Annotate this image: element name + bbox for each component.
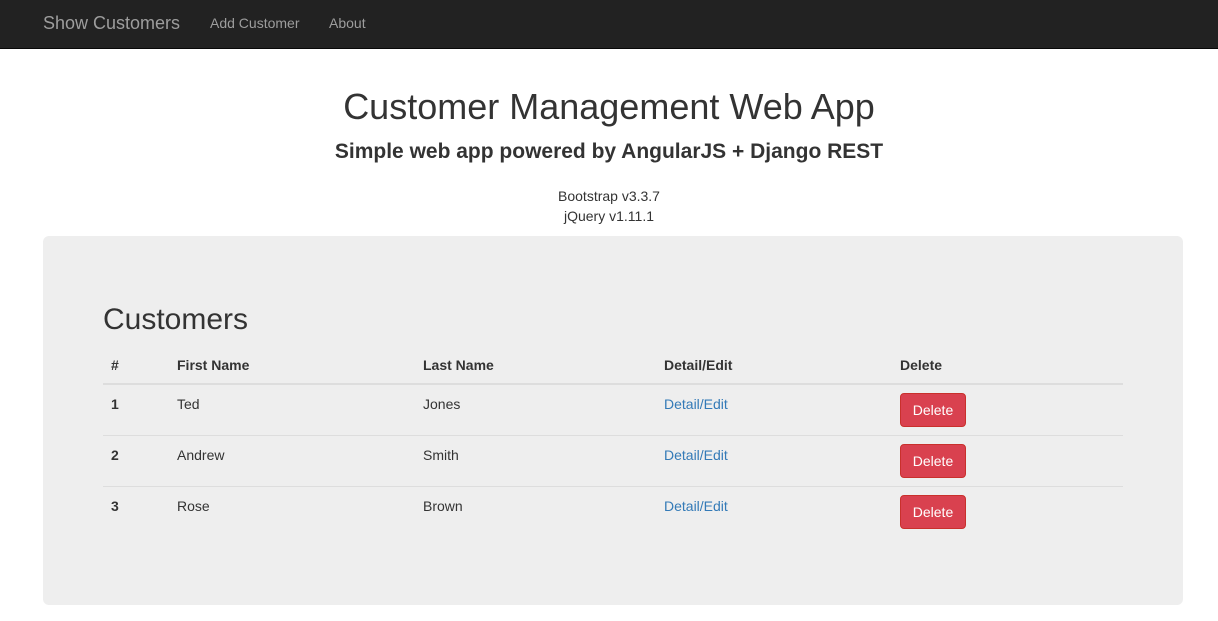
table-row: 2 Andrew Smith Detail/Edit Delete xyxy=(103,436,1123,487)
detail-edit-link[interactable]: Detail/Edit xyxy=(664,498,728,514)
row-number: 3 xyxy=(111,498,119,514)
first-name-cell: Ted xyxy=(177,396,200,412)
column-header-first-name: First Name xyxy=(177,357,250,373)
row-number: 1 xyxy=(111,396,119,412)
detail-edit-cell: Detail/Edit xyxy=(664,498,728,514)
bootstrap-version: Bootstrap v3.3.7 xyxy=(558,188,660,204)
delete-button[interactable]: Delete xyxy=(900,444,966,478)
last-name-cell: Jones xyxy=(423,396,461,412)
delete-button[interactable]: Delete xyxy=(900,393,966,427)
detail-edit-cell: Detail/Edit xyxy=(664,447,728,463)
last-name-cell: Smith xyxy=(423,447,459,463)
table-header: # First Name Last Name Detail/Edit Delet… xyxy=(103,348,1123,385)
first-name-cell: Rose xyxy=(177,498,210,514)
nav-brand-show-customers[interactable]: Show Customers xyxy=(43,13,180,33)
column-header-number: # xyxy=(111,357,119,373)
row-number: 2 xyxy=(111,447,119,463)
customers-heading: Customers xyxy=(103,303,249,336)
nav-link-about[interactable]: About xyxy=(329,15,366,31)
customers-panel: Customers # First Name Last Name Detail/… xyxy=(43,236,1183,605)
navbar: Show Customers Add Customer About xyxy=(0,0,1218,49)
delete-button[interactable]: Delete xyxy=(900,495,966,529)
column-header-delete: Delete xyxy=(900,357,943,373)
column-header-detail-edit: Detail/Edit xyxy=(664,357,733,373)
customers-table: # First Name Last Name Detail/Edit Delet… xyxy=(103,348,1123,538)
column-header-last-name: Last Name xyxy=(423,357,494,373)
first-name-cell: Andrew xyxy=(177,447,225,463)
nav-link-add-customer[interactable]: Add Customer xyxy=(210,15,299,31)
detail-edit-link[interactable]: Detail/Edit xyxy=(664,447,728,463)
page-subtitle: Simple web app powered by AngularJS + Dj… xyxy=(334,140,884,163)
detail-edit-cell: Detail/Edit xyxy=(664,396,728,412)
jquery-version: jQuery v1.11.1 xyxy=(563,208,654,224)
table-row: 1 Ted Jones Detail/Edit Delete xyxy=(103,385,1123,436)
page-title: Customer Management Web App xyxy=(343,86,875,127)
last-name-cell: Brown xyxy=(423,498,463,514)
detail-edit-link[interactable]: Detail/Edit xyxy=(664,396,728,412)
table-row: 3 Rose Brown Detail/Edit Delete xyxy=(103,487,1123,538)
